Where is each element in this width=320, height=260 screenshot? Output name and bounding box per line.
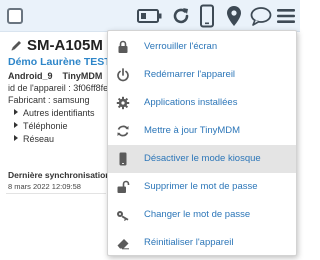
- menu-item-restart-device[interactable]: Redémarrer l'appareil: [108, 61, 296, 89]
- refresh-icon[interactable]: [171, 6, 191, 26]
- gear-icon: [116, 96, 130, 110]
- os-version: Android_9: [8, 71, 53, 81]
- eraser-icon: [116, 236, 130, 250]
- lock-icon: [116, 40, 130, 54]
- caret-right-icon: [14, 135, 18, 141]
- sync-date: 8 mars 2022 12:09:58: [8, 182, 81, 191]
- device-model: SM-A105M: [27, 37, 103, 54]
- os-app-line: Android_9 TinyMDM: [8, 71, 102, 81]
- menu-item-label: Désactiver le mode kiosque: [144, 153, 261, 164]
- device-card: SM-A105M Démo Laurène TEST Android_9 Tin…: [0, 0, 300, 260]
- refresh-icon: [116, 124, 130, 138]
- menu-item-label: Changer le mot de passe: [144, 209, 251, 220]
- tree-label: Autres identifiants: [23, 108, 95, 118]
- menu-item-installed-apps[interactable]: Applications installées: [108, 89, 296, 117]
- menu-item-change-password[interactable]: Changer le mot de passe: [108, 201, 296, 229]
- pencil-icon[interactable]: [10, 39, 23, 56]
- menu-item-remove-password[interactable]: Supprimer le mot de passe: [108, 173, 296, 201]
- manufacturer: Fabricant : samsung: [8, 95, 90, 105]
- app-name: TinyMDM: [62, 71, 103, 81]
- phone-icon: [116, 152, 130, 166]
- menu-item-label: Supprimer le mot de passe: [144, 181, 258, 192]
- menu-item-update-tinymdm[interactable]: Mettre à jour TinyMDM: [108, 117, 296, 145]
- menu-item-reset-device[interactable]: Réinitialiser l'appareil: [108, 229, 296, 257]
- caret-right-icon: [14, 122, 18, 128]
- select-checkbox[interactable]: [7, 8, 23, 24]
- battery-icon[interactable]: [137, 8, 163, 24]
- menu-item-label: Redémarrer l'appareil: [144, 69, 236, 80]
- device-id: id de l'appareil : 3f06ff8fe4: [8, 83, 114, 93]
- menu-item-disable-kiosk-mode[interactable]: Désactiver le mode kiosque: [108, 145, 296, 173]
- device-toolbar: [0, 0, 300, 32]
- menu-item-label: Réinitialiser l'appareil: [144, 237, 234, 248]
- tree-label: Téléphonie: [23, 121, 68, 131]
- divider: [6, 193, 106, 194]
- menu-item-label: Applications installées: [144, 97, 238, 108]
- device-title: SM-A105M: [10, 37, 103, 56]
- location-pin-icon[interactable]: [226, 5, 242, 27]
- tree-label: Réseau: [23, 134, 55, 144]
- menu-item-lock-screen[interactable]: Verrouiller l'écran: [108, 33, 296, 61]
- menu-item-label: Mettre à jour TinyMDM: [144, 125, 241, 136]
- tree-item-telephony[interactable]: Téléphonie: [14, 121, 68, 131]
- tree-item-other-ids[interactable]: Autres identifiants: [14, 108, 95, 118]
- menu-icon[interactable]: [276, 8, 296, 24]
- key-icon: [116, 208, 130, 222]
- sync-label: Dernière synchronisation: [8, 170, 111, 180]
- caret-right-icon: [14, 109, 18, 115]
- chat-icon[interactable]: [250, 6, 272, 26]
- menu-item-label: Verrouiller l'écran: [144, 41, 218, 52]
- device-owner[interactable]: Démo Laurène TEST: [8, 56, 111, 68]
- actions-dropdown-menu: Verrouiller l'écran Redémarrer l'apparei…: [107, 30, 297, 256]
- power-icon: [116, 68, 130, 82]
- tree-item-network[interactable]: Réseau: [14, 134, 54, 144]
- unlock-icon: [116, 180, 130, 194]
- phone-icon[interactable]: [199, 4, 215, 28]
